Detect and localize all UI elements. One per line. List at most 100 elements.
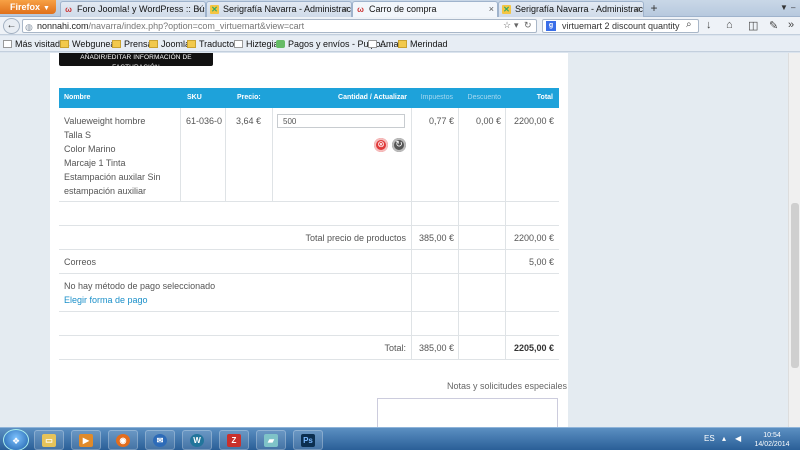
bookmark-hiztegia[interactable]: Hiztegia xyxy=(234,38,279,50)
firefox-menu-button[interactable]: Firefox ▼ xyxy=(0,0,56,14)
tools-icon[interactable]: ✎ xyxy=(769,19,778,32)
tab-title: Carro de compra xyxy=(369,4,437,14)
close-tab-icon[interactable]: × xyxy=(343,2,348,16)
payment-status: No hay método de pago seleccionado xyxy=(64,281,216,291)
page-icon xyxy=(368,40,377,48)
search-input[interactable]: g virtuemart 2 discount quantity xyxy=(542,19,699,33)
taskbar-photoshop[interactable]: Ps xyxy=(293,430,323,450)
bookmark-prensa[interactable]: Prensa xyxy=(112,38,153,50)
filezilla-icon: Z xyxy=(227,434,241,447)
bookmark-merindad[interactable]: Merindad xyxy=(398,38,448,50)
grid-line xyxy=(411,108,412,360)
folder-icon xyxy=(149,40,158,48)
col-total: Total xyxy=(536,94,553,101)
product-price: 3,64 € xyxy=(236,116,262,126)
delete-product-icon[interactable]: ⊗ xyxy=(374,138,388,152)
row-divider xyxy=(59,311,559,312)
bookmark-webguneak[interactable]: Webguneak xyxy=(60,38,120,50)
tab-title: Foro Joomla! y WordPress :: Búsqued... xyxy=(77,4,205,14)
col-sku: SKU xyxy=(187,94,202,101)
quantity-input[interactable] xyxy=(277,114,405,128)
close-tab-icon[interactable]: × xyxy=(635,2,640,16)
overflow-icon[interactable]: » xyxy=(788,19,794,31)
choose-payment-link[interactable]: Elegir forma de pago xyxy=(64,295,148,305)
reload-icon[interactable]: ↻ xyxy=(524,20,532,31)
feed-icon xyxy=(276,40,285,48)
taskbar-explorer[interactable]: ▭ xyxy=(34,430,64,450)
site-favicon-icon: ✕ xyxy=(502,5,511,14)
col-tax: Impuestos xyxy=(420,94,453,101)
tab-serigrafia-admin-2[interactable]: ✕ Serigrafía Navarra - Administración - … xyxy=(498,1,644,17)
product-discount: 0,00 € xyxy=(475,116,501,126)
bookmark-label: Hiztegia xyxy=(246,39,279,49)
bookmark-joomla[interactable]: Joomla xyxy=(149,38,190,50)
vertical-scrollbar[interactable] xyxy=(788,53,800,427)
scroll-thumb[interactable] xyxy=(791,203,799,368)
bookmark-label: Joomla xyxy=(161,39,191,49)
addon-icon[interactable]: ◫ xyxy=(748,19,758,32)
new-tab-button[interactable]: + xyxy=(646,2,662,16)
taskbar-firefox[interactable]: ◉ xyxy=(108,430,138,450)
close-tab-icon[interactable]: × xyxy=(489,2,494,16)
play-icon: ▶ xyxy=(79,434,93,447)
firefox-icon: ◉ xyxy=(116,434,130,447)
system-clock[interactable]: 10:54 14/02/2014 xyxy=(752,431,792,449)
product-name-link[interactable]: Valueweight hombre xyxy=(64,114,161,128)
row-divider xyxy=(59,359,559,360)
start-button[interactable]: ❖ xyxy=(3,429,29,450)
photoshop-icon: Ps xyxy=(301,434,315,447)
joomla-favicon-icon: ω xyxy=(65,5,72,14)
update-quantity-icon[interactable]: ↻ xyxy=(392,138,406,152)
tab-strip: Firefox ▼ ω Foro Joomla! y WordPress :: B… xyxy=(0,0,800,17)
google-search-icon: g xyxy=(546,21,556,31)
tab-carro-de-compra[interactable]: ω Carro de compra × xyxy=(352,1,498,17)
product-attribute: Talla S xyxy=(64,130,92,140)
home-icon[interactable]: ⌂ xyxy=(726,19,733,31)
speaker-icon[interactable]: ◀ xyxy=(735,434,741,443)
grid-line xyxy=(458,108,459,360)
bookmark-ama[interactable]: Ama xyxy=(368,38,399,50)
bookmark-traductor[interactable]: Traductor xyxy=(187,38,237,50)
minimize-icon[interactable]: – xyxy=(791,3,795,12)
product-row: Valueweight hombre Talla S Color Marino … xyxy=(64,114,161,198)
taskbar-thunderbird[interactable]: ✉ xyxy=(145,430,175,450)
tab-title: Serigrafía Navarra - Administración - ..… xyxy=(223,4,352,14)
tray-expand-icon[interactable]: ▴ xyxy=(722,434,726,443)
back-arrow-icon[interactable]: ← xyxy=(3,18,20,34)
tab-serigrafia-admin[interactable]: ✕ Serigrafía Navarra - Administración - … xyxy=(206,1,352,17)
product-attribute: estampación auxiliar xyxy=(64,186,147,196)
page-icon xyxy=(234,40,243,48)
download-icon[interactable]: ↓ xyxy=(706,19,712,31)
row-divider xyxy=(59,249,559,250)
taskbar-notepad[interactable]: ▰ xyxy=(256,430,286,450)
firefox-menu-label: Firefox xyxy=(10,2,41,12)
search-magnifier-icon[interactable]: ⌕ xyxy=(686,19,692,30)
windows-taskbar: ❖ ▭ ▶ ◉ ✉ W Z ▰ Ps ES ▴ ◀ 10:54 14/02/20… xyxy=(0,427,800,450)
language-indicator[interactable]: ES xyxy=(704,434,715,443)
row-divider xyxy=(59,335,559,336)
close-tab-icon[interactable]: × xyxy=(197,2,202,16)
taskbar-media-player[interactable]: ▶ xyxy=(71,430,101,450)
folder-icon xyxy=(112,40,121,48)
folder-icon: ▭ xyxy=(42,434,56,447)
row-divider xyxy=(59,273,559,274)
grid-line xyxy=(180,108,181,201)
url-dropdown-icon[interactable]: ▾ xyxy=(514,20,519,31)
taskbar-wordpress[interactable]: W xyxy=(182,430,212,450)
tab-list-chevron-icon[interactable]: ▼ xyxy=(780,3,788,12)
edit-billing-button[interactable]: AÑADIR/EDITAR INFORMACIÓN DE FACTURACIÓN xyxy=(59,53,213,71)
grid-line xyxy=(505,108,506,360)
thunderbird-icon: ✉ xyxy=(153,434,167,447)
notes-textarea[interactable] xyxy=(377,398,558,427)
search-value: virtuemart 2 discount quantity xyxy=(562,21,680,31)
bookmark-label: Traductor xyxy=(199,39,238,49)
tab-foro-joomla[interactable]: ω Foro Joomla! y WordPress :: Búsqued...… xyxy=(60,1,206,17)
taskbar-filezilla[interactable]: Z xyxy=(219,430,249,450)
bookmark-star-icon[interactable]: ☆ xyxy=(503,20,511,31)
page-viewport: AÑADIR/EDITAR INFORMACIÓN DE FACTURACIÓN… xyxy=(0,53,800,427)
row-divider xyxy=(59,225,559,226)
product-attribute: Marcaje 1 Tinta xyxy=(64,158,126,168)
grid-line xyxy=(272,108,273,201)
bookmarks-toolbar: Más visitados Webguneak Prensa Joomla Tr… xyxy=(0,36,800,52)
url-bar[interactable]: ◍ nonnahi.com/navarra/index.php?option=c… xyxy=(22,19,537,33)
